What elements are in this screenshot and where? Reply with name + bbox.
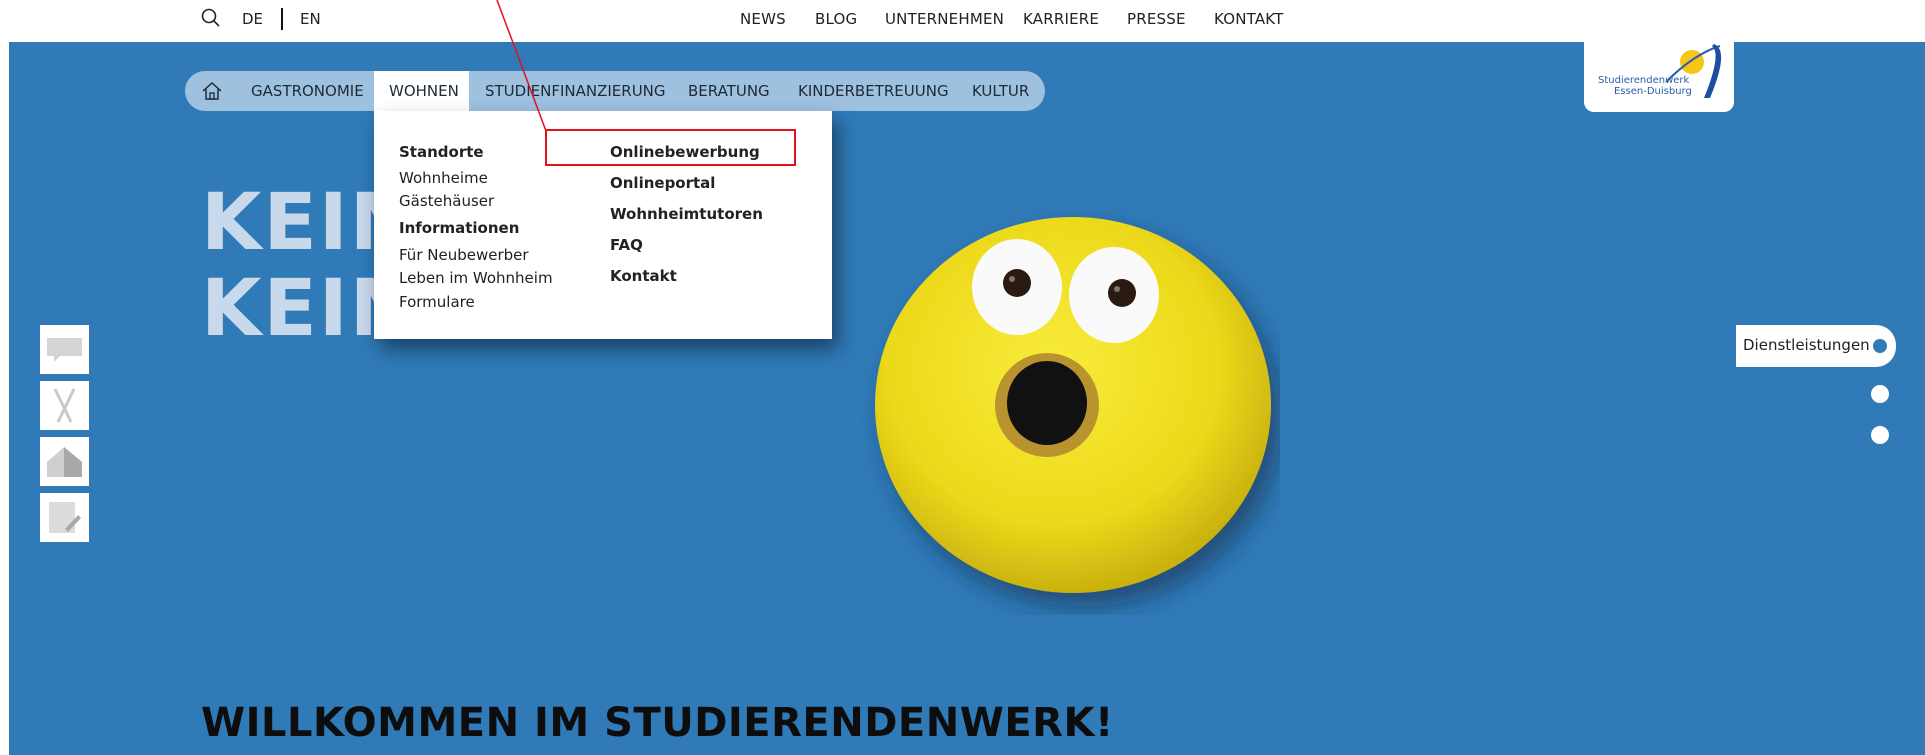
logo-text-line2: Essen-Duisburg (1614, 86, 1692, 97)
highlight-box (545, 129, 796, 166)
home-icon[interactable] (201, 80, 223, 102)
nav-studienfinanzierung[interactable]: STUDIENFINANZIERUNG (485, 71, 666, 111)
language-en-link[interactable]: EN (300, 10, 321, 28)
top-link-news[interactable]: NEWS (740, 10, 786, 28)
top-link-karriere[interactable]: KARRIERE (1023, 10, 1099, 28)
language-de-link[interactable]: DE (242, 10, 263, 28)
house-icon (47, 447, 82, 477)
dropdown-link-formulare[interactable]: Formulare (399, 293, 475, 311)
dropdown-link-wohnheimtutoren[interactable]: Wohnheimtutoren (610, 205, 763, 223)
nav-kinderbetreuung[interactable]: KINDERBETREUUNG (798, 71, 949, 111)
top-link-presse[interactable]: PRESSE (1127, 10, 1186, 28)
dropdown-link-kontakt[interactable]: Kontakt (610, 267, 677, 285)
cutlery-icon (53, 388, 76, 423)
side-formulare-button[interactable] (40, 493, 89, 542)
dropdown-link-onlineportal[interactable]: Onlineportal (610, 174, 715, 192)
dropdown-link-wohnheime[interactable]: Wohnheime (399, 169, 488, 187)
section-dot-1[interactable] (1871, 337, 1889, 355)
section-dot-2[interactable] (1871, 385, 1889, 403)
top-link-blog[interactable]: BLOG (815, 10, 857, 28)
main-navigation: GASTRONOMIE STUDIENFINANZIERUNG BERATUNG… (185, 71, 1045, 111)
dropdown-link-leben-im-wohnheim[interactable]: Leben im Wohnheim (399, 269, 553, 287)
side-gastronomie-button[interactable] (40, 381, 89, 430)
side-chat-button[interactable] (40, 325, 89, 374)
section-dot-3[interactable] (1871, 426, 1889, 444)
dropdown-heading-informationen[interactable]: Informationen (399, 219, 519, 237)
logo-text-line1: Studierendenwerk (1598, 75, 1690, 86)
search-icon[interactable] (201, 8, 221, 28)
side-wohnen-button[interactable] (40, 437, 89, 486)
welcome-heading: WILLKOMMEN IM STUDIERENDENWERK! (201, 700, 1114, 746)
nav-gastronomie[interactable]: GASTRONOMIE (251, 71, 364, 111)
nav-kultur[interactable]: KULTUR (972, 71, 1029, 111)
document-edit-icon (49, 502, 81, 533)
nav-beratung[interactable]: BERATUNG (688, 71, 770, 111)
top-link-unternehmen[interactable]: UNTERNEHMEN (885, 10, 1004, 28)
nav-wohnen[interactable]: WOHNEN (374, 71, 469, 111)
top-link-kontakt[interactable]: KONTAKT (1214, 10, 1284, 28)
dropdown-link-neubewerber[interactable]: Für Neubewerber (399, 246, 529, 264)
donut-image (875, 217, 1271, 593)
dropdown-link-faq[interactable]: FAQ (610, 236, 643, 254)
language-separator (281, 8, 283, 30)
section-nav-label: Dienstleistungen (1743, 336, 1870, 354)
chat-bubble-icon (47, 338, 82, 362)
nav-wohnen-label: WOHNEN (389, 82, 459, 100)
top-bar: DE EN NEWS BLOG UNTERNEHMEN KARRIERE PRE… (0, 0, 1925, 42)
dropdown-heading-standorte[interactable]: Standorte (399, 143, 484, 161)
dropdown-link-gaestehaeuser[interactable]: Gästehäuser (399, 192, 494, 210)
studierendenwerk-logo[interactable]: Studierendenwerk Essen-Duisburg (1584, 40, 1734, 112)
